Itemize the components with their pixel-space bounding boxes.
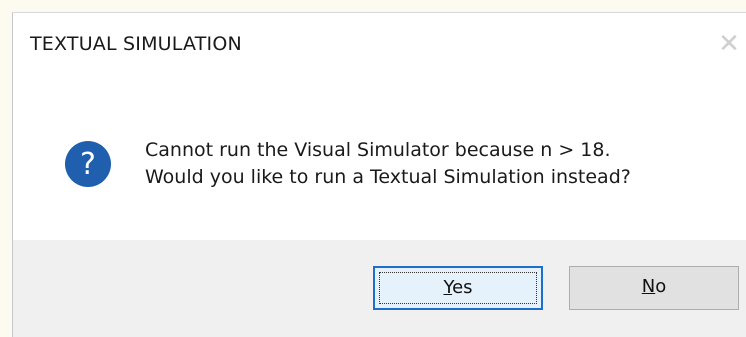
- screen: TEXTUAL SIMULATION ✕ ? Cannot run the Vi…: [0, 0, 746, 337]
- yes-button-label: Yes: [443, 277, 472, 298]
- yes-button[interactable]: Yes: [373, 266, 543, 310]
- yes-mnemonic: Y: [443, 277, 453, 298]
- dialog-message: Cannot run the Visual Simulator because …: [145, 137, 631, 191]
- no-label-rest: o: [655, 276, 667, 297]
- question-icon: ?: [65, 141, 111, 187]
- yes-label-rest: es: [452, 277, 473, 298]
- dialog-content: ? Cannot run the Visual Simulator becaus…: [13, 71, 746, 241]
- no-button[interactable]: No: [569, 266, 739, 310]
- message-line-1: Cannot run the Visual Simulator because …: [145, 139, 611, 161]
- title-bar: TEXTUAL SIMULATION ✕: [13, 13, 746, 71]
- no-mnemonic: N: [641, 276, 656, 297]
- svg-text:?: ?: [80, 147, 96, 182]
- button-bar: Yes No: [13, 240, 746, 337]
- message-line-2: Would you like to run a Textual Simulati…: [145, 166, 631, 188]
- dialog-title: TEXTUAL SIMULATION: [30, 33, 242, 55]
- no-button-label: No: [642, 276, 666, 297]
- close-icon[interactable]: ✕: [716, 31, 742, 57]
- message-dialog: TEXTUAL SIMULATION ✕ ? Cannot run the Vi…: [12, 12, 746, 337]
